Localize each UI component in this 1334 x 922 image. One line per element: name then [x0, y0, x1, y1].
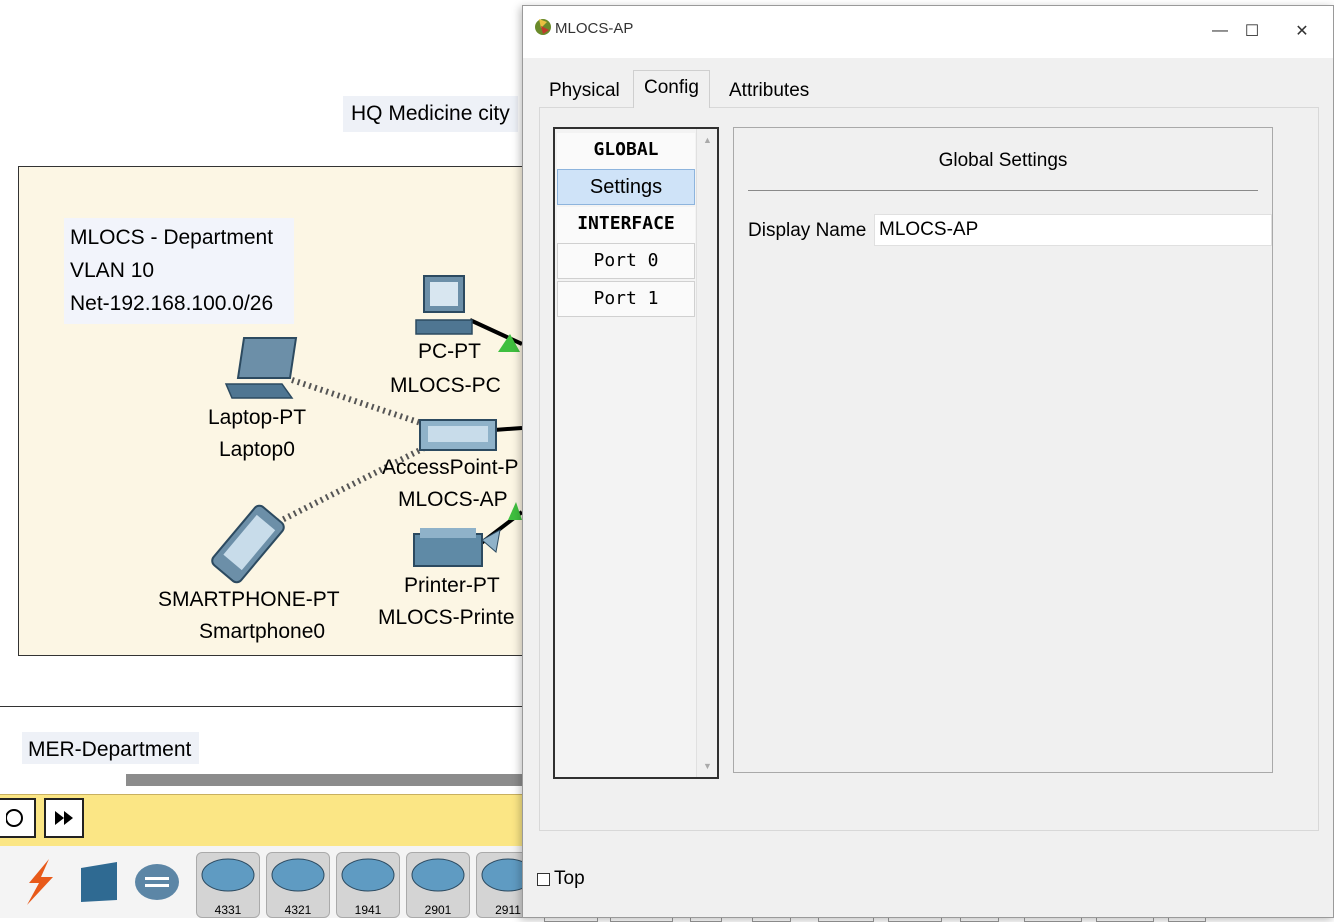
fast-forward-button[interactable] — [44, 798, 84, 838]
access-point-device-icon — [419, 419, 497, 451]
ap-wired-link — [493, 426, 523, 432]
laptop-name-label: Laptop0 — [219, 438, 295, 461]
router-icon — [411, 858, 465, 892]
maximize-button[interactable]: ☐ — [1235, 14, 1269, 48]
dialog-titlebar[interactable]: MLOCS-AP — ☐ ✕ — [523, 6, 1333, 58]
lightning-bolt-icon — [27, 859, 53, 905]
tab-physical[interactable]: Physical — [539, 74, 630, 108]
minimize-button[interactable]: — — [1203, 14, 1237, 48]
close-button[interactable]: ✕ — [1285, 14, 1319, 48]
settings-divider — [748, 190, 1258, 191]
maximize-icon: ☐ — [1244, 23, 1260, 40]
router-1941-button[interactable]: 1941 — [336, 852, 400, 918]
fast-forward-icon — [55, 811, 73, 825]
accesspoint-name-label: MLOCS-AP — [398, 488, 508, 511]
nav-item-settings[interactable]: Settings — [557, 169, 695, 205]
router-icon — [271, 858, 325, 892]
smartphone-name-label: Smartphone0 — [199, 620, 326, 643]
packet-tracer-app-icon — [535, 19, 551, 35]
multiuser-category-button[interactable] — [130, 852, 184, 912]
router-2901-button[interactable]: 2901 — [406, 852, 470, 918]
folder-icon — [81, 862, 117, 902]
top-checkbox[interactable] — [537, 872, 550, 886]
laptop-type-label: Laptop-PT — [208, 406, 307, 429]
printer-device-icon — [413, 528, 501, 567]
close-icon: ✕ — [1295, 23, 1309, 40]
nav-item-port1[interactable]: Port 1 — [557, 281, 695, 317]
tab-config[interactable]: Config — [633, 70, 710, 108]
workspace-horizontal-scrollbar[interactable] — [126, 774, 526, 786]
reset-time-button[interactable] — [0, 798, 36, 838]
miscellaneous-category-button[interactable] — [72, 852, 126, 912]
router-4331-label: 4331 — [214, 903, 242, 917]
pc-type-label: PC-PT — [418, 340, 481, 363]
tab-attributes[interactable]: Attributes — [719, 74, 819, 108]
display-name-label: Display Name — [748, 220, 867, 241]
connections-category-button[interactable] — [12, 852, 66, 912]
pc-device-icon — [415, 275, 473, 335]
printer-type-label: Printer-PT — [404, 574, 500, 597]
config-nav-list: GLOBAL Settings INTERFACE Port 0 Port 1 … — [553, 127, 719, 779]
accesspoint-type-label: AccessPoint-P — [382, 456, 519, 479]
top-checkbox-label: Top — [554, 868, 585, 889]
nav-item-port0[interactable]: Port 0 — [557, 243, 695, 279]
mer-department-label: MER-Department — [22, 732, 200, 764]
router-icon — [201, 858, 255, 892]
router-4321-label: 4321 — [284, 903, 312, 917]
nav-header-interface: INTERFACE — [557, 207, 695, 243]
printer-link-status-icon — [508, 502, 522, 520]
router-1941-label: 1941 — [354, 903, 382, 917]
router-4321-button[interactable]: 4321 — [266, 852, 330, 918]
global-settings-panel: Global Settings Display Name — [733, 127, 1273, 773]
minimize-icon: — — [1212, 22, 1228, 39]
scroll-up-icon[interactable]: ▲ — [703, 135, 712, 145]
smartphone-type-label: SMARTPHONE-PT — [158, 588, 340, 611]
dialog-title: MLOCS-AP — [555, 20, 634, 37]
nav-header-global: GLOBAL — [557, 133, 695, 169]
laptop-device-icon — [224, 337, 298, 399]
router-4331-button[interactable]: 4331 — [196, 852, 260, 918]
global-settings-title: Global Settings — [938, 150, 1068, 171]
smartphone-device-icon — [211, 504, 285, 584]
router-2901-label: 2901 — [424, 903, 452, 917]
router-icon — [341, 858, 395, 892]
top-checkbox-row[interactable]: Top — [537, 868, 585, 890]
pc-name-label: MLOCS-PC — [390, 374, 501, 397]
printer-name-label: MLOCS-Printe — [378, 606, 515, 629]
device-config-dialog: MLOCS-AP — ☐ ✕ Physical Config Attribute… — [522, 5, 1334, 918]
clock-reset-icon — [6, 809, 23, 827]
nav-list-scrollbar[interactable]: ▲ ▼ — [696, 129, 717, 777]
scroll-down-icon[interactable]: ▼ — [703, 761, 712, 771]
cloud-icon — [135, 864, 179, 900]
display-name-input[interactable] — [874, 214, 1272, 246]
